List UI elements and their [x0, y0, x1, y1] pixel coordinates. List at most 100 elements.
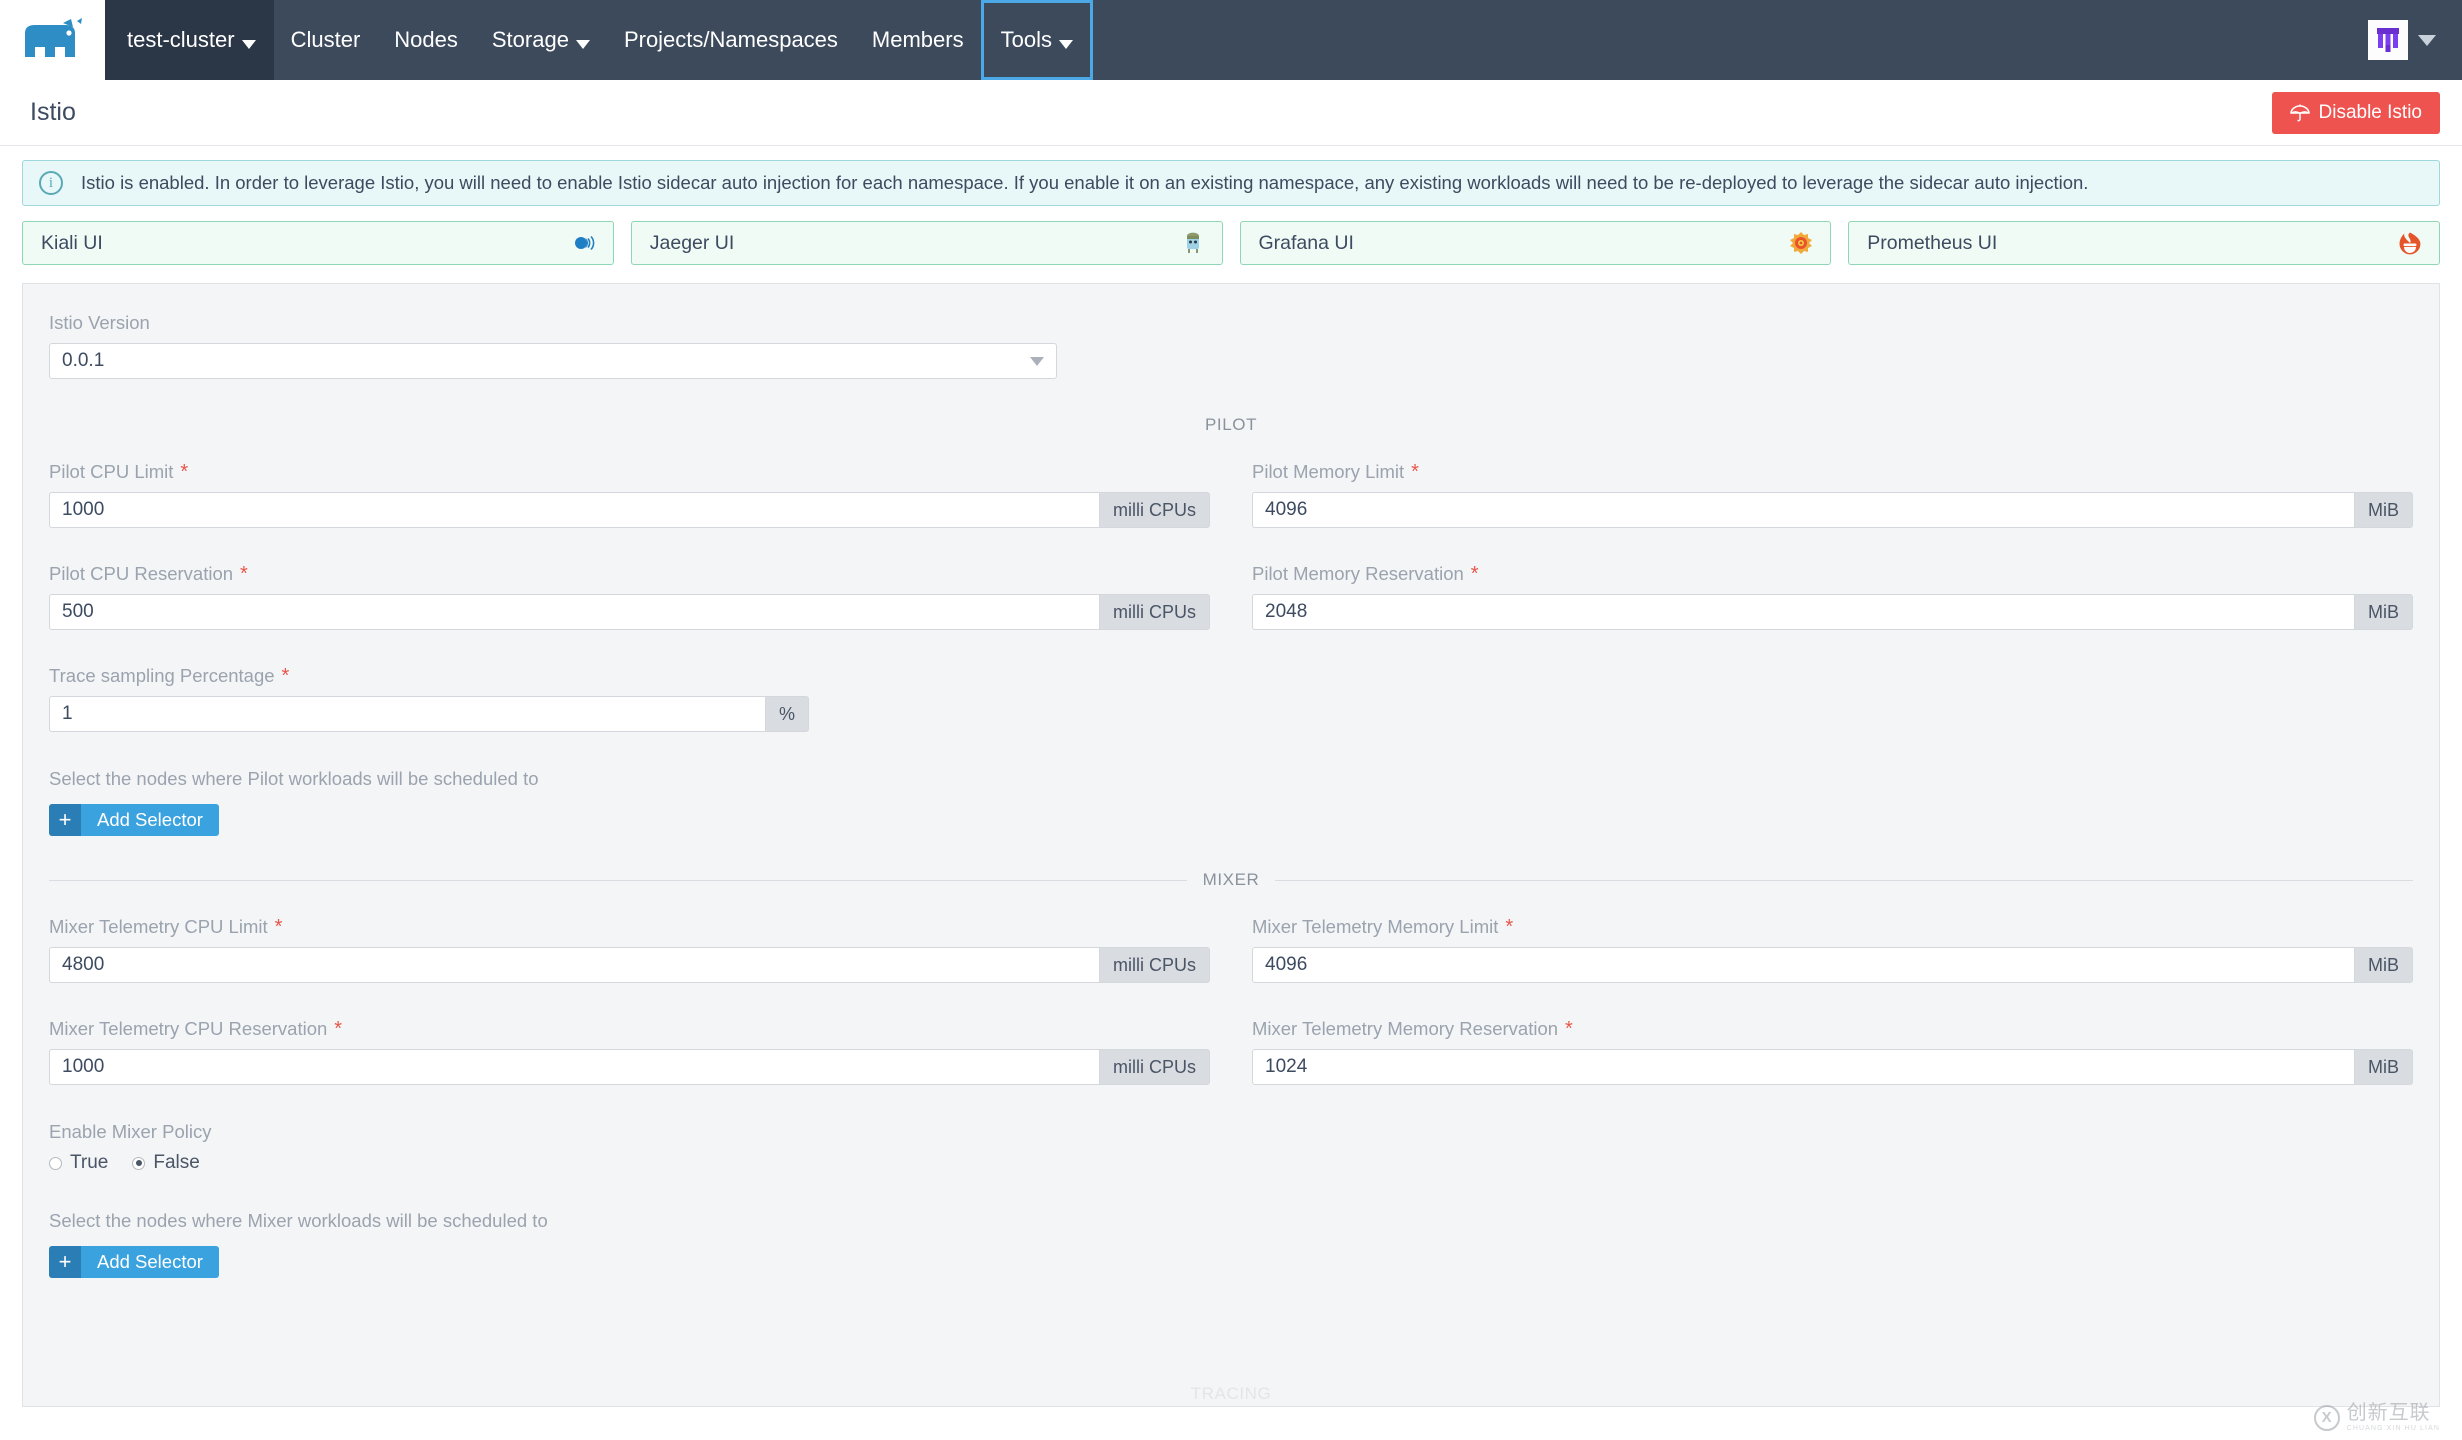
mixer-cpu-limit-input[interactable] — [49, 947, 1099, 983]
pilot-cpu-reservation-unit: milli CPUs — [1099, 594, 1210, 630]
istio-version-label: Istio Version — [49, 312, 150, 333]
required-asterisk: * — [240, 563, 248, 585]
pilot-memory-reservation-unit: MiB — [2354, 594, 2413, 630]
trace-sampling-label: Trace sampling Percentage * — [49, 665, 2413, 687]
cluster-selector[interactable]: test-cluster — [105, 0, 274, 80]
card-jaeger-ui[interactable]: Jaeger UI — [630, 221, 1223, 265]
nav-item-tools[interactable]: Tools — [980, 0, 1093, 80]
mixer-memory-limit-label: Mixer Telemetry Memory Limit * — [1252, 916, 2413, 938]
pilot-add-selector-button[interactable]: + Add Selector — [49, 804, 219, 836]
card-grafana-ui[interactable]: Grafana UI — [1239, 221, 1832, 265]
nav-item-nodes-label: Nodes — [394, 27, 458, 52]
user-menu[interactable] — [2368, 0, 2462, 80]
trace-sampling-input[interactable] — [49, 696, 765, 732]
mixer-cpu-reservation-label: Mixer Telemetry CPU Reservation * — [49, 1018, 1210, 1040]
chevron-down-icon — [1058, 39, 1073, 49]
mixer-memory-limit-unit: MiB — [2354, 947, 2413, 983]
pilot-memory-limit-label: Pilot Memory Limit * — [1252, 461, 2413, 483]
required-asterisk: * — [1470, 563, 1479, 585]
watermark: X 创新互联 CHUANG XIN HU LIAN — [2313, 1403, 2440, 1432]
nav-item-members[interactable]: Members — [855, 0, 981, 80]
disable-istio-label: Disable Istio — [2318, 101, 2423, 123]
mixer-policy-radio-true[interactable]: True — [49, 1152, 108, 1174]
mixer-cpu-limit-label: Mixer Telemetry CPU Limit * — [49, 916, 1210, 938]
pilot-section-title: PILOT — [1204, 415, 1258, 434]
mixer-cpu-reservation-input-group: milli CPUs — [49, 1049, 1210, 1085]
nav-item-nodes[interactable]: Nodes — [377, 0, 475, 80]
pilot-cpu-reservation-input-group: milli CPUs — [49, 594, 1210, 630]
divider-line-right — [1275, 879, 2413, 881]
cluster-selector-label: test-cluster — [127, 27, 235, 52]
pilot-cpu-limit-label: Pilot CPU Limit * — [49, 461, 1210, 483]
card-kiali-ui[interactable]: Kiali UI — [22, 221, 614, 265]
page-header: Istio Disable Istio — [0, 80, 2462, 146]
watermark-mark-icon: X — [2313, 1404, 2340, 1431]
trace-sampling-label-text: Trace sampling Percentage — [49, 665, 275, 686]
mixer-cpu-reservation-field: Mixer Telemetry CPU Reservation * milli … — [49, 1018, 1210, 1085]
pilot-reservations-row: Pilot CPU Reservation * milli CPUs Pilot… — [49, 563, 2413, 630]
required-asterisk: * — [180, 461, 189, 483]
info-banner: i Istio is enabled. In order to leverage… — [22, 160, 2440, 206]
mixer-section-divider: MIXER — [49, 870, 2413, 890]
enable-mixer-policy-label: Enable Mixer Policy — [49, 1121, 212, 1142]
mixer-policy-true-label: True — [70, 1152, 109, 1173]
required-asterisk: * — [1565, 1018, 1573, 1040]
mixer-memory-limit-input[interactable] — [1252, 947, 2354, 983]
mixer-cpu-limit-unit: milli CPUs — [1099, 947, 1210, 983]
pilot-memory-limit-unit: MiB — [2354, 492, 2413, 528]
nav-item-projects-namespaces-label: Projects/Namespaces — [623, 27, 838, 52]
mixer-add-selector-label: Add Selector — [81, 1246, 219, 1278]
nav-item-cluster[interactable]: Cluster — [274, 0, 378, 80]
nav-items: Cluster Nodes Storage Projects/Namespace… — [274, 0, 2368, 80]
prometheus-logo-icon — [2397, 230, 2423, 256]
pilot-cpu-limit-input[interactable] — [49, 492, 1099, 528]
grafana-logo-icon — [1788, 230, 1814, 256]
mixer-section-title: MIXER — [1202, 870, 1260, 889]
plus-icon: + — [49, 804, 81, 836]
top-navbar: test-cluster Cluster Nodes Storage Proje… — [0, 0, 2462, 80]
nav-item-projects-namespaces[interactable]: Projects/Namespaces — [607, 0, 855, 80]
mixer-add-selector-button[interactable]: + Add Selector — [49, 1246, 219, 1278]
pilot-memory-reservation-input[interactable] — [1252, 594, 2354, 630]
user-avatar-icon — [2377, 28, 2399, 52]
pilot-cpu-limit-unit: milli CPUs — [1099, 492, 1210, 528]
pilot-memory-reservation-field: Pilot Memory Reservation * MiB — [1252, 563, 2413, 630]
chevron-down-icon[interactable] — [2418, 34, 2436, 46]
enable-mixer-policy-radios: True False — [49, 1152, 2413, 1174]
card-grafana-ui-label: Grafana UI — [1258, 231, 1354, 254]
istio-version-field: Istio Version 0.0.1 — [49, 312, 2413, 379]
mixer-cpu-reservation-input[interactable] — [49, 1049, 1099, 1085]
jaeger-logo-icon — [1180, 230, 1206, 256]
mixer-cpu-limit-field: Mixer Telemetry CPU Limit * milli CPUs — [49, 916, 1210, 983]
chevron-down-icon — [575, 39, 590, 49]
nav-item-members-label: Members — [871, 27, 964, 52]
rancher-cow-logo-svg — [24, 18, 82, 57]
mixer-memory-reservation-input-group: MiB — [1252, 1049, 2413, 1085]
info-banner-text: Istio is enabled. In order to leverage I… — [81, 172, 2089, 193]
watermark-sub: CHUANG XIN HU LIAN — [2346, 1425, 2440, 1432]
required-asterisk: * — [334, 1018, 343, 1040]
rancher-cow-logo-icon[interactable] — [0, 0, 105, 80]
trace-sampling-unit: % — [764, 696, 809, 732]
pilot-memory-limit-input[interactable] — [1252, 492, 2354, 528]
mixer-policy-false-label: False — [153, 1152, 200, 1173]
mixer-memory-limit-field: Mixer Telemetry Memory Limit * MiB — [1252, 916, 2413, 983]
user-avatar[interactable] — [2368, 20, 2408, 60]
nav-item-storage[interactable]: Storage — [475, 0, 607, 80]
pilot-cpu-reservation-input[interactable] — [49, 594, 1099, 630]
disable-istio-button[interactable]: Disable Istio — [2271, 91, 2440, 134]
required-asterisk: * — [274, 916, 283, 938]
pilot-memory-reservation-label-text: Pilot Memory Reservation — [1252, 563, 1464, 584]
card-jaeger-ui-label: Jaeger UI — [649, 231, 735, 254]
istio-config-panel: Istio Version 0.0.1 PILOT Pilot CPU Limi… — [22, 283, 2440, 1407]
mixer-node-selector-group: Select the nodes where Mixer workloads w… — [49, 1210, 2413, 1278]
mixer-memory-reservation-input[interactable] — [1252, 1049, 2354, 1085]
mixer-policy-radio-false[interactable]: False — [132, 1152, 200, 1174]
mixer-cpu-reservation-unit: milli CPUs — [1099, 1049, 1210, 1085]
card-prometheus-ui[interactable]: Prometheus UI — [1848, 221, 2440, 265]
pilot-cpu-limit-input-group: milli CPUs — [49, 492, 1210, 528]
pilot-cpu-reservation-label-text: Pilot CPU Reservation — [49, 563, 234, 584]
required-asterisk: * — [1505, 916, 1514, 938]
istio-version-select[interactable]: 0.0.1 — [49, 343, 1057, 379]
tracing-section-title: TRACING — [1190, 1384, 1272, 1403]
